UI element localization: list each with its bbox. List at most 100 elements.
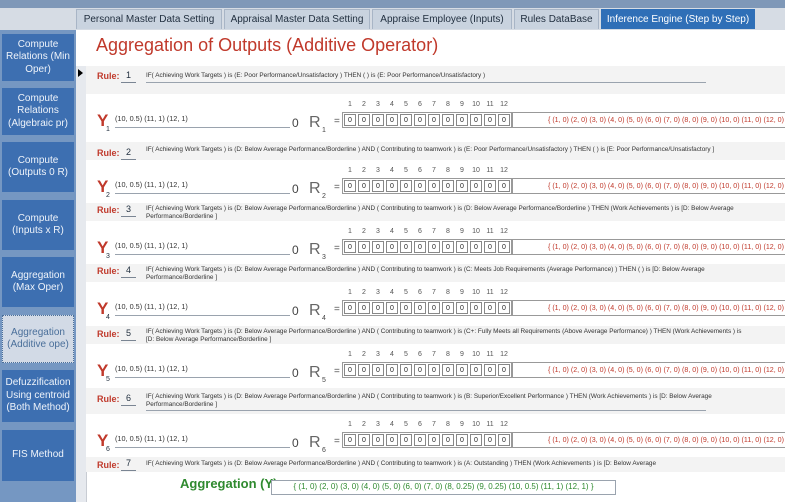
output-result-set[interactable]: { (1, 0) (2, 0) (3, 0) (4, 0) (5, 0) (6,…: [512, 112, 785, 128]
relation-cell[interactable]: 0: [344, 241, 356, 253]
relation-cell[interactable]: 0: [442, 434, 454, 446]
tab-inference-engine[interactable]: Inference Engine (Step by Step): [601, 9, 755, 29]
relation-cell[interactable]: 0: [414, 302, 426, 314]
relation-cell[interactable]: 0: [414, 434, 426, 446]
relation-cell[interactable]: 0: [386, 241, 398, 253]
relation-cell[interactable]: 0: [442, 241, 454, 253]
relation-cell[interactable]: 0: [470, 180, 482, 192]
relation-cell[interactable]: 0: [400, 434, 412, 446]
sidebar-item-outputs-o-r[interactable]: Compute (Outputs 0 R): [2, 142, 74, 192]
relation-cell[interactable]: 0: [386, 434, 398, 446]
relation-cell[interactable]: 0: [442, 114, 454, 126]
relation-cell[interactable]: 0: [428, 241, 440, 253]
relation-cell[interactable]: 0: [428, 114, 440, 126]
relation-cell[interactable]: 0: [456, 364, 468, 376]
relation-cell[interactable]: 0: [484, 434, 496, 446]
relation-cell[interactable]: 0: [344, 114, 356, 126]
rule-number-field[interactable]: 1: [121, 70, 136, 83]
relation-cell[interactable]: 0: [414, 241, 426, 253]
relation-cell[interactable]: 0: [372, 302, 384, 314]
output-result-set[interactable]: { (1, 0) (2, 0) (3, 0) (4, 0) (5, 0) (6,…: [512, 239, 785, 255]
tab-appraise-employee[interactable]: Appraise Employee (Inputs): [372, 9, 512, 29]
y-membership-set[interactable]: (10, 0.5) (11, 1) (12, 1): [115, 302, 290, 316]
rule-number-field[interactable]: 2: [121, 147, 136, 160]
rule-number-field[interactable]: 6: [121, 393, 136, 406]
relation-cell[interactable]: 0: [498, 114, 510, 126]
relation-cell[interactable]: 0: [484, 364, 496, 376]
rule-number-field[interactable]: 3: [121, 204, 136, 217]
relation-cell[interactable]: 0: [414, 180, 426, 192]
output-result-set[interactable]: { (1, 0) (2, 0) (3, 0) (4, 0) (5, 0) (6,…: [512, 362, 785, 378]
relation-cell[interactable]: 0: [428, 302, 440, 314]
relation-cell[interactable]: 0: [442, 364, 454, 376]
relation-cell[interactable]: 0: [498, 180, 510, 192]
relation-cell[interactable]: 0: [484, 241, 496, 253]
sidebar-item-relations-algebraic[interactable]: Compute Relations (Algebraic pr): [2, 88, 74, 135]
relation-cell[interactable]: 0: [470, 364, 482, 376]
rule-number-field[interactable]: 4: [121, 265, 136, 278]
relation-cell[interactable]: 0: [358, 241, 370, 253]
y-membership-set[interactable]: (10, 0.5) (11, 1) (12, 1): [115, 114, 290, 128]
relation-cell[interactable]: 0: [400, 114, 412, 126]
relation-cell[interactable]: 0: [372, 114, 384, 126]
relation-cell[interactable]: 0: [400, 180, 412, 192]
relation-cell[interactable]: 0: [400, 302, 412, 314]
relation-cell[interactable]: 0: [470, 434, 482, 446]
relation-cell[interactable]: 0: [498, 302, 510, 314]
relation-cell[interactable]: 0: [358, 302, 370, 314]
relation-cell[interactable]: 0: [428, 434, 440, 446]
relation-cell[interactable]: 0: [484, 114, 496, 126]
relation-cell[interactable]: 0: [428, 180, 440, 192]
y-membership-set[interactable]: (10, 0.5) (11, 1) (12, 1): [115, 241, 290, 255]
sidebar-item-fis-method[interactable]: FIS Method: [2, 430, 74, 481]
output-result-set[interactable]: { (1, 0) (2, 0) (3, 0) (4, 0) (5, 0) (6,…: [512, 300, 785, 316]
relation-cell[interactable]: 0: [386, 114, 398, 126]
sidebar-item-defuzzification[interactable]: Defuzzification Using centroid (Both Met…: [2, 370, 74, 422]
relation-cell[interactable]: 0: [372, 434, 384, 446]
relation-cell[interactable]: 0: [498, 434, 510, 446]
relation-cell[interactable]: 0: [484, 302, 496, 314]
rule-number-field[interactable]: 7: [121, 458, 136, 471]
relation-cell[interactable]: 0: [414, 364, 426, 376]
relation-cell[interactable]: 0: [372, 364, 384, 376]
relation-cell[interactable]: 0: [470, 241, 482, 253]
aggregation-result-field[interactable]: { (1, 0) (2, 0) (3, 0) (4, 0) (5, 0) (6,…: [271, 480, 616, 495]
tab-appraisal-master-data[interactable]: Appraisal Master Data Setting: [224, 9, 370, 29]
relation-cell[interactable]: 0: [498, 364, 510, 376]
relation-cell[interactable]: 0: [470, 114, 482, 126]
sidebar-item-aggregation-additive[interactable]: Aggregation (Additive ope): [2, 315, 74, 363]
relation-cell[interactable]: 0: [456, 302, 468, 314]
relation-cell[interactable]: 0: [358, 364, 370, 376]
relation-cell[interactable]: 0: [442, 180, 454, 192]
relation-cell[interactable]: 0: [414, 114, 426, 126]
tab-personal-master-data[interactable]: Personal Master Data Setting: [76, 9, 222, 29]
relation-cell[interactable]: 0: [344, 364, 356, 376]
relation-cell[interactable]: 0: [470, 302, 482, 314]
output-result-set[interactable]: { (1, 0) (2, 0) (3, 0) (4, 0) (5, 0) (6,…: [512, 432, 785, 448]
relation-cell[interactable]: 0: [344, 434, 356, 446]
tab-rules-database[interactable]: Rules DataBase: [514, 9, 599, 29]
y-membership-set[interactable]: (10, 0.5) (11, 1) (12, 1): [115, 434, 290, 448]
relation-cell[interactable]: 0: [372, 180, 384, 192]
relation-cell[interactable]: 0: [456, 241, 468, 253]
relation-cell[interactable]: 0: [372, 241, 384, 253]
rule-number-field[interactable]: 5: [121, 328, 136, 341]
relation-cell[interactable]: 0: [344, 180, 356, 192]
relation-cell[interactable]: 0: [428, 364, 440, 376]
relation-cell[interactable]: 0: [386, 180, 398, 192]
relation-cell[interactable]: 0: [442, 302, 454, 314]
relation-cell[interactable]: 0: [386, 302, 398, 314]
relation-cell[interactable]: 0: [456, 434, 468, 446]
sidebar-item-inputs-x-r[interactable]: Compute (Inputs x R): [2, 200, 74, 250]
sidebar-item-aggregation-max[interactable]: Aggregation (Max Oper): [2, 257, 74, 307]
output-result-set[interactable]: { (1, 0) (2, 0) (3, 0) (4, 0) (5, 0) (6,…: [512, 178, 785, 194]
relation-cell[interactable]: 0: [358, 114, 370, 126]
relation-cell[interactable]: 0: [386, 364, 398, 376]
y-membership-set[interactable]: (10, 0.5) (11, 1) (12, 1): [115, 180, 290, 194]
relation-cell[interactable]: 0: [358, 434, 370, 446]
relation-cell[interactable]: 0: [358, 180, 370, 192]
relation-cell[interactable]: 0: [400, 364, 412, 376]
relation-cell[interactable]: 0: [456, 180, 468, 192]
sidebar-item-relations-min[interactable]: Compute Relations (Min Oper): [2, 34, 74, 81]
relation-cell[interactable]: 0: [498, 241, 510, 253]
